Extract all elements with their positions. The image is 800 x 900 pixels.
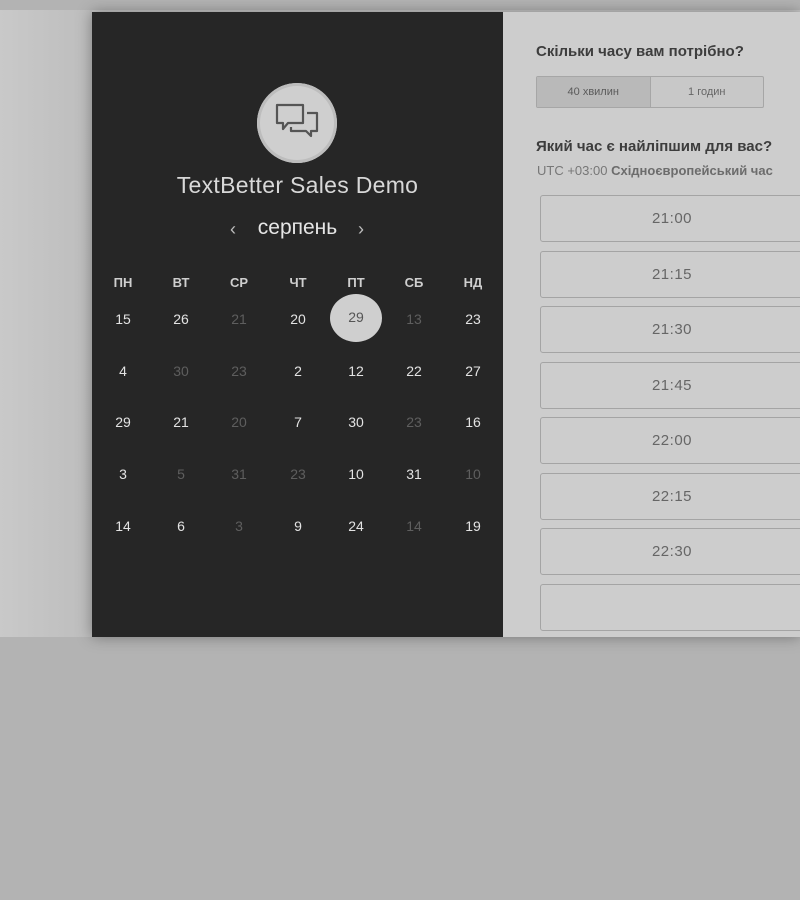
calendar-day: 31 — [231, 466, 247, 482]
calendar-week: 4 30 23 2 12 22 27 — [92, 359, 503, 389]
calendar-day[interactable]: 20 — [273, 307, 323, 337]
calendar-day: 23 — [231, 363, 247, 379]
calendar-day[interactable]: 6 — [156, 514, 206, 544]
calendar-day[interactable]: 31 — [389, 462, 439, 492]
timeslot-button[interactable]: 22:15 — [540, 472, 800, 520]
booking-panel: Скільки часу вам потрібно? 40 хвилин 1 г… — [503, 12, 800, 637]
timeslot-button[interactable]: 22:30 — [540, 528, 800, 575]
calendar-day: 13 — [406, 311, 422, 327]
timeslot-button[interactable]: 21:15 — [540, 250, 800, 298]
event-logo — [257, 83, 337, 163]
timezone-selector[interactable]: UTC +03:00 Східноєвропейський час — [537, 163, 773, 178]
event-info-panel: TextBetter Sales Demo ‹ серпень › ПН ВТ СР… — [92, 12, 503, 637]
calendar-day[interactable]: 9 — [273, 514, 323, 544]
calendar-day[interactable]: 16 — [448, 410, 498, 440]
event-title: TextBetter Sales Demo — [176, 172, 419, 198]
timeslot-button-partial[interactable] — [540, 583, 800, 631]
calendar-day[interactable]: 24 — [331, 514, 381, 544]
timeslot-button[interactable]: 21:30 — [540, 306, 800, 353]
calendar-day[interactable]: 10 — [331, 462, 381, 492]
calendar-day[interactable]: 30 — [331, 410, 381, 440]
calendar-day: 21 — [231, 311, 247, 327]
calendar-day[interactable]: 27 — [448, 359, 498, 389]
calendar-day[interactable]: 26 — [156, 307, 206, 337]
weekday-label: СБ — [404, 275, 424, 290]
selected-day[interactable]: 29 — [330, 294, 382, 342]
calendar-week: 14 6 3 9 24 14 19 — [92, 514, 503, 544]
timeslot-button[interactable]: 21:00 — [540, 195, 800, 242]
calendar-day[interactable]: 23 — [448, 307, 498, 337]
duration-option-1-hour[interactable]: 1 годин — [651, 77, 764, 107]
weekday-label: НД — [463, 275, 483, 290]
time-question: Який час є найліпшим для вас? — [536, 138, 773, 155]
timezone-offset: UTC +03:00 — [537, 163, 608, 178]
calendar-day[interactable]: 14 — [98, 514, 148, 544]
calendar-day[interactable]: 7 — [273, 410, 323, 440]
calendar-week: 3 5 31 23 10 31 10 — [92, 462, 503, 492]
prev-month-button[interactable]: ‹ — [223, 219, 243, 239]
calendar-day: 23 — [406, 414, 422, 430]
page-background-left — [0, 10, 92, 637]
duration-option-40-min[interactable]: 40 хвилин — [537, 77, 651, 107]
next-month-button[interactable]: › — [351, 219, 371, 239]
duration-selector: 40 хвилин 1 годин — [536, 76, 764, 108]
calendar-day: 23 — [290, 466, 306, 482]
calendar-day: 5 — [177, 466, 185, 482]
weekday-label: ПН — [113, 275, 133, 290]
month-label: серпень — [257, 216, 338, 239]
weekday-label: ЧТ — [289, 275, 307, 290]
calendar-day[interactable]: 29 — [98, 410, 148, 440]
weekday-label: СР — [229, 275, 249, 290]
weekday-label: ВТ — [172, 275, 190, 290]
calendar-day[interactable]: 19 — [448, 514, 498, 544]
calendar-day: 14 — [406, 518, 422, 534]
calendar-day: 10 — [465, 466, 481, 482]
weekday-header: ПН ВТ СР ЧТ ПТ СБ НД — [92, 275, 503, 305]
duration-question: Скільки часу вам потрібно? — [536, 43, 744, 60]
timezone-name: Східноєвропейський час — [611, 163, 773, 178]
calendar-day[interactable]: 12 — [331, 359, 381, 389]
weekday-label: ПТ — [347, 275, 365, 290]
timeslot-button[interactable]: 22:00 — [540, 417, 800, 464]
calendar-day[interactable]: 4 — [98, 359, 148, 389]
timeslot-button[interactable]: 21:45 — [540, 361, 800, 409]
calendar-day[interactable]: 2 — [273, 359, 323, 389]
calendar-day: 30 — [173, 363, 189, 379]
calendar-day[interactable]: 21 — [156, 410, 206, 440]
calendar-day[interactable]: 22 — [389, 359, 439, 389]
calendar-day: 3 — [235, 518, 243, 534]
calendar-day: 20 — [231, 414, 247, 430]
month-navigation: ‹ серпень › — [92, 215, 503, 245]
calendar-week: 29 21 20 7 30 23 16 — [92, 410, 503, 440]
calendar-week: 15 26 21 20 29 13 23 — [92, 294, 503, 342]
calendar-day[interactable]: 15 — [98, 307, 148, 337]
chat-bubbles-icon — [275, 103, 319, 138]
calendar-day[interactable]: 3 — [98, 462, 148, 492]
